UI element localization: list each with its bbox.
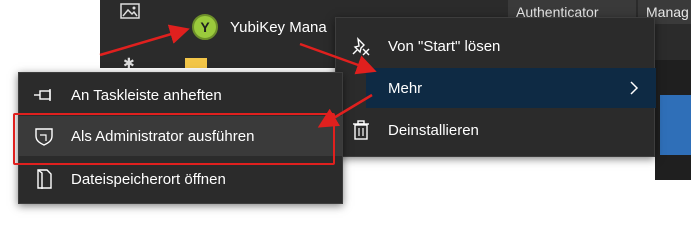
- arrow-to-submenu: [317, 93, 373, 128]
- annotation-arrows: [99, 24, 377, 128]
- arrow-to-app: [99, 24, 190, 57]
- arrow-to-more: [299, 42, 377, 75]
